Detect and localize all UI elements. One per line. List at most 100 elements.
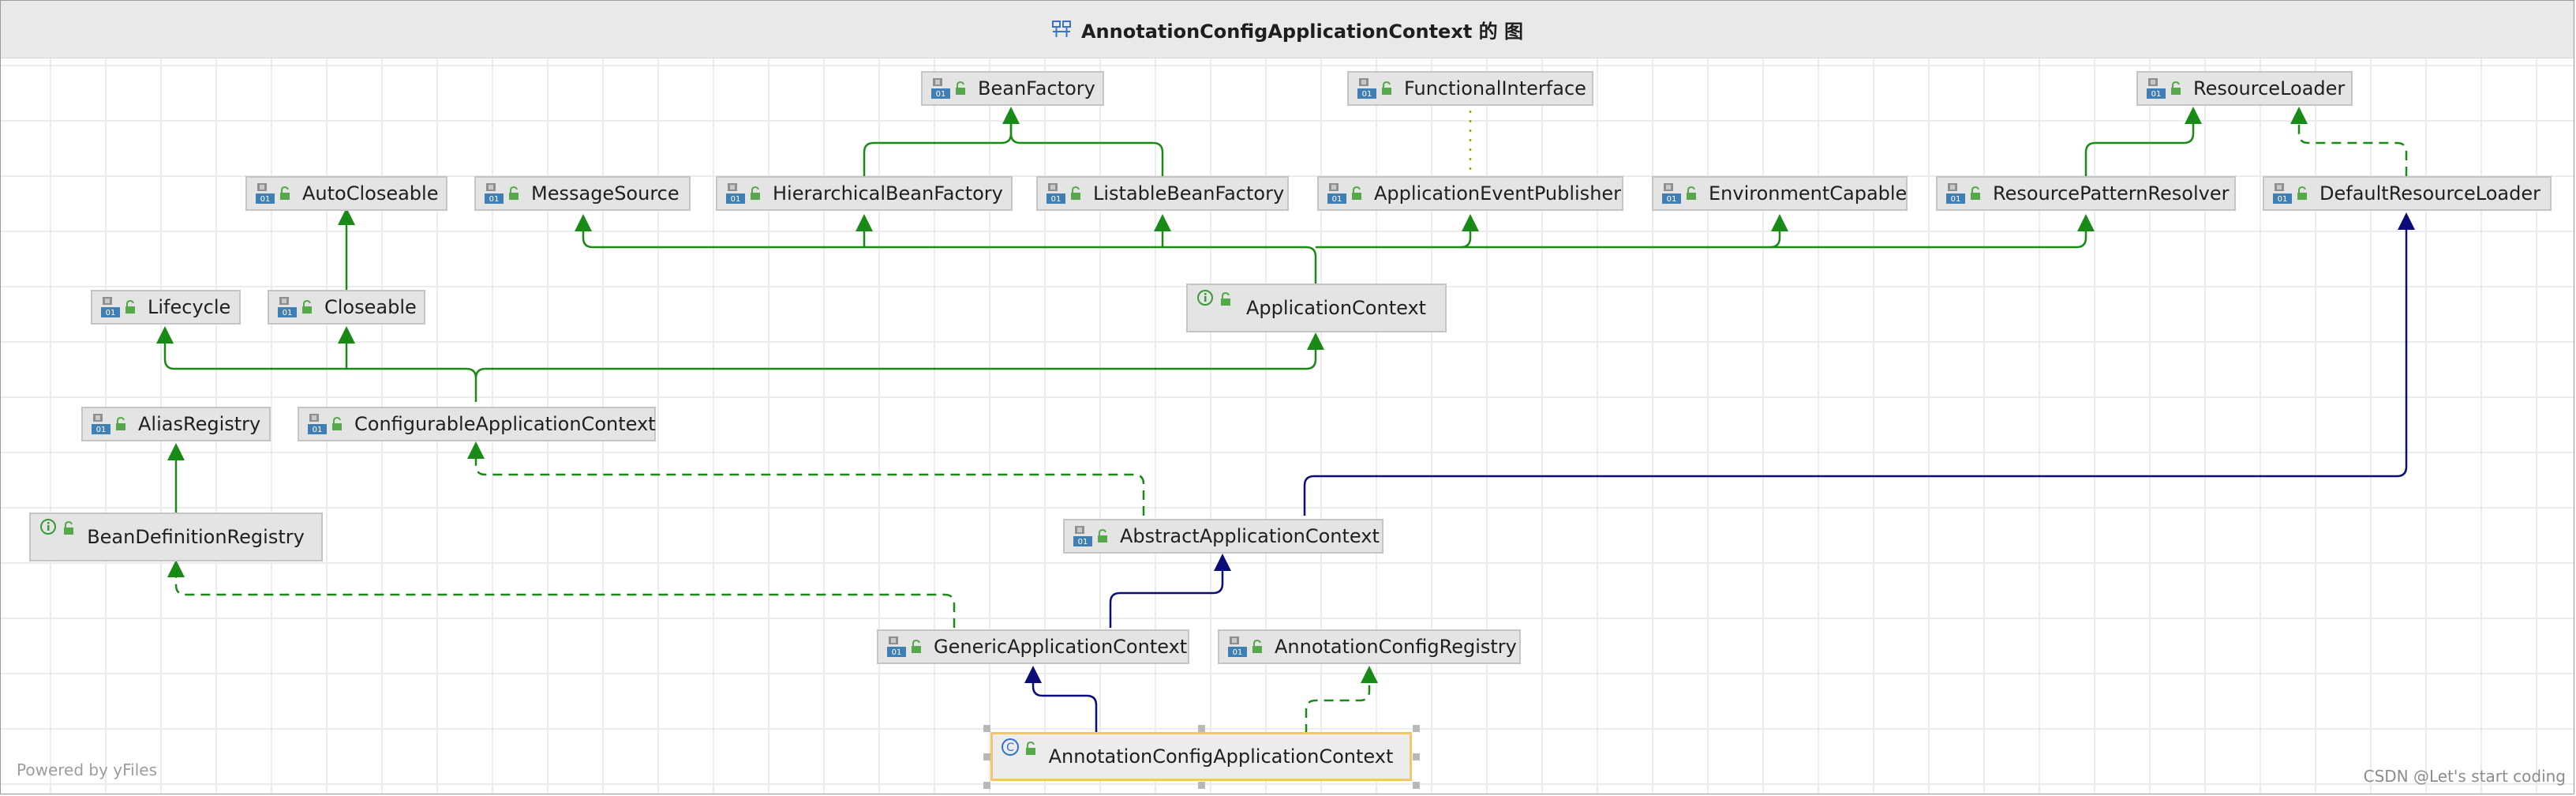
edge-generic-to-abstract bbox=[1109, 566, 1224, 628]
node-resource-pattern-resolver[interactable]: 01 ResourcePatternResolver bbox=[1936, 176, 2236, 211]
node-annotation-config-application-context[interactable]: C AnnotationConfigApplicationContext bbox=[990, 732, 1412, 781]
resize-handle[interactable] bbox=[1413, 782, 1420, 789]
info-interface-icon bbox=[40, 519, 56, 535]
svg-text:01: 01 bbox=[96, 426, 107, 434]
node-lifecycle[interactable]: 01 Lifecycle bbox=[91, 290, 241, 325]
interface-icon: 01 bbox=[931, 78, 950, 99]
arrowhead-listable bbox=[1154, 214, 1171, 231]
node-message-source[interactable]: 01 MessageSource bbox=[474, 176, 691, 211]
interface-icon: 01 bbox=[1327, 183, 1346, 204]
node-label: AutoCloseable bbox=[302, 182, 439, 205]
node-bean-factory[interactable]: 01 BeanFactory bbox=[921, 71, 1104, 106]
resize-handle[interactable] bbox=[1198, 725, 1205, 732]
open-lock-icon bbox=[509, 186, 519, 200]
node-abstract-application-context[interactable]: 01 AbstractApplicationContext bbox=[1063, 519, 1383, 554]
arrowhead-generic bbox=[1024, 666, 1042, 683]
open-lock-icon bbox=[751, 186, 760, 200]
resize-handle[interactable] bbox=[983, 725, 990, 732]
node-generic-application-context[interactable]: 01 GenericApplicationContext bbox=[877, 629, 1189, 664]
svg-text:01: 01 bbox=[1362, 90, 1372, 99]
open-lock-icon bbox=[1026, 741, 1035, 755]
inheritance-edges bbox=[156, 107, 2415, 734]
node-label: DefaultResourceLoader bbox=[2320, 182, 2540, 205]
interface-icon: 01 bbox=[308, 414, 327, 434]
svg-text:01: 01 bbox=[936, 90, 946, 99]
arrowhead-publisher bbox=[1462, 214, 1479, 231]
node-hierarchical-bean-factory[interactable]: 01 HierarchicalBeanFactory bbox=[716, 176, 1013, 211]
arrowhead-appcontext bbox=[1307, 332, 1324, 350]
node-label: AliasRegistry bbox=[138, 413, 261, 435]
interface-icon: 01 bbox=[256, 183, 275, 204]
node-label: MessageSource bbox=[531, 182, 680, 205]
node-bean-definition-registry[interactable]: BeanDefinitionRegistry bbox=[29, 513, 323, 561]
open-lock-icon bbox=[1252, 639, 1262, 653]
open-lock-icon bbox=[64, 520, 73, 535]
node-environment-capable[interactable]: 01 EnvironmentCapable bbox=[1652, 176, 1908, 211]
interface-icon: 01 bbox=[485, 183, 504, 204]
open-lock-icon bbox=[1352, 186, 1361, 200]
arrowhead-hierarchical bbox=[856, 214, 873, 231]
class-icon: C bbox=[1002, 738, 1019, 756]
interface-icon: 01 bbox=[1946, 183, 1965, 204]
node-alias-registry[interactable]: 01 AliasRegistry bbox=[81, 407, 271, 441]
interface-icon: 01 bbox=[726, 183, 745, 204]
open-lock-icon bbox=[302, 299, 312, 314]
node-label: AnnotationConfigApplicationContext bbox=[1048, 745, 1394, 768]
edge-abstract-to-configurable bbox=[474, 452, 1145, 516]
arrowhead-beandef bbox=[167, 560, 185, 577]
credit-watermark: CSDN @Let's start coding bbox=[2363, 767, 2566, 786]
open-lock-icon bbox=[1971, 186, 1980, 200]
arrowhead-resourceloader-impl bbox=[2290, 107, 2308, 124]
node-resource-loader[interactable]: 01 ResourceLoader bbox=[2136, 71, 2353, 106]
node-application-context[interactable]: ApplicationContext bbox=[1186, 283, 1447, 332]
node-listable-bean-factory[interactable]: 01 ListableBeanFactory bbox=[1036, 176, 1289, 211]
arrowhead-lifecycle bbox=[156, 326, 174, 344]
interface-icon: 01 bbox=[101, 297, 120, 317]
svg-text:01: 01 bbox=[2278, 195, 2288, 204]
node-label: BeanDefinitionRegistry bbox=[87, 526, 305, 548]
arrowhead-closeable bbox=[338, 326, 355, 344]
interface-icon: 01 bbox=[92, 414, 110, 434]
open-lock-icon bbox=[1071, 186, 1080, 200]
node-application-event-publisher[interactable]: 01 ApplicationEventPublisher bbox=[1317, 176, 1623, 211]
open-lock-icon bbox=[1687, 186, 1696, 200]
node-default-resource-loader[interactable]: 01 DefaultResourceLoader bbox=[2263, 176, 2552, 211]
interface-icon: 01 bbox=[887, 636, 906, 657]
node-annotation-config-registry[interactable]: 01 AnnotationConfigRegistry bbox=[1218, 629, 1521, 664]
node-auto-closeable[interactable]: 01 AutoCloseable bbox=[245, 176, 447, 211]
open-lock-icon bbox=[956, 81, 965, 95]
interface-icon: 01 bbox=[1228, 636, 1247, 657]
open-lock-icon bbox=[2297, 186, 2307, 200]
node-configurable-application-context[interactable]: 01 ConfigurableApplicationContext bbox=[298, 407, 656, 441]
node-label: ConfigurableApplicationContext bbox=[354, 413, 656, 435]
node-label: ListableBeanFactory bbox=[1093, 182, 1285, 205]
resize-handle[interactable] bbox=[1413, 753, 1420, 760]
open-lock-icon bbox=[1382, 81, 1391, 95]
svg-text:01: 01 bbox=[731, 195, 741, 204]
svg-text:01: 01 bbox=[489, 195, 500, 204]
powered-by-label: Powered by yFiles bbox=[17, 760, 157, 779]
arrowhead-resourceloader bbox=[2185, 107, 2202, 124]
open-lock-icon bbox=[1098, 528, 1107, 543]
node-label: ApplicationContext bbox=[1245, 297, 1427, 319]
edge-annotation-to-generic bbox=[1032, 677, 1098, 734]
resize-handle[interactable] bbox=[1198, 782, 1205, 789]
node-label: BeanFactory bbox=[978, 77, 1095, 100]
resize-handle[interactable] bbox=[1413, 725, 1420, 732]
open-lock-icon bbox=[912, 639, 921, 653]
svg-text:01: 01 bbox=[1051, 195, 1061, 204]
node-label: AbstractApplicationContext bbox=[1120, 525, 1380, 547]
node-functional-interface[interactable]: 01 FunctionalInterface bbox=[1347, 71, 1593, 106]
node-label: Lifecycle bbox=[148, 296, 231, 318]
node-label: GenericApplicationContext bbox=[934, 636, 1188, 658]
svg-text:01: 01 bbox=[106, 309, 116, 317]
resize-handle[interactable] bbox=[983, 753, 990, 760]
svg-text:01: 01 bbox=[260, 195, 271, 204]
arrowhead-environment bbox=[1771, 214, 1788, 231]
arrowhead-defaultloader bbox=[2398, 212, 2415, 230]
resize-handle[interactable] bbox=[983, 782, 990, 789]
arrowhead-aliasregistry bbox=[167, 443, 185, 460]
interface-icon: 01 bbox=[1662, 183, 1681, 204]
edge-appcontext-to-bus bbox=[582, 227, 1317, 285]
node-closeable[interactable]: 01 Closeable bbox=[268, 290, 425, 325]
